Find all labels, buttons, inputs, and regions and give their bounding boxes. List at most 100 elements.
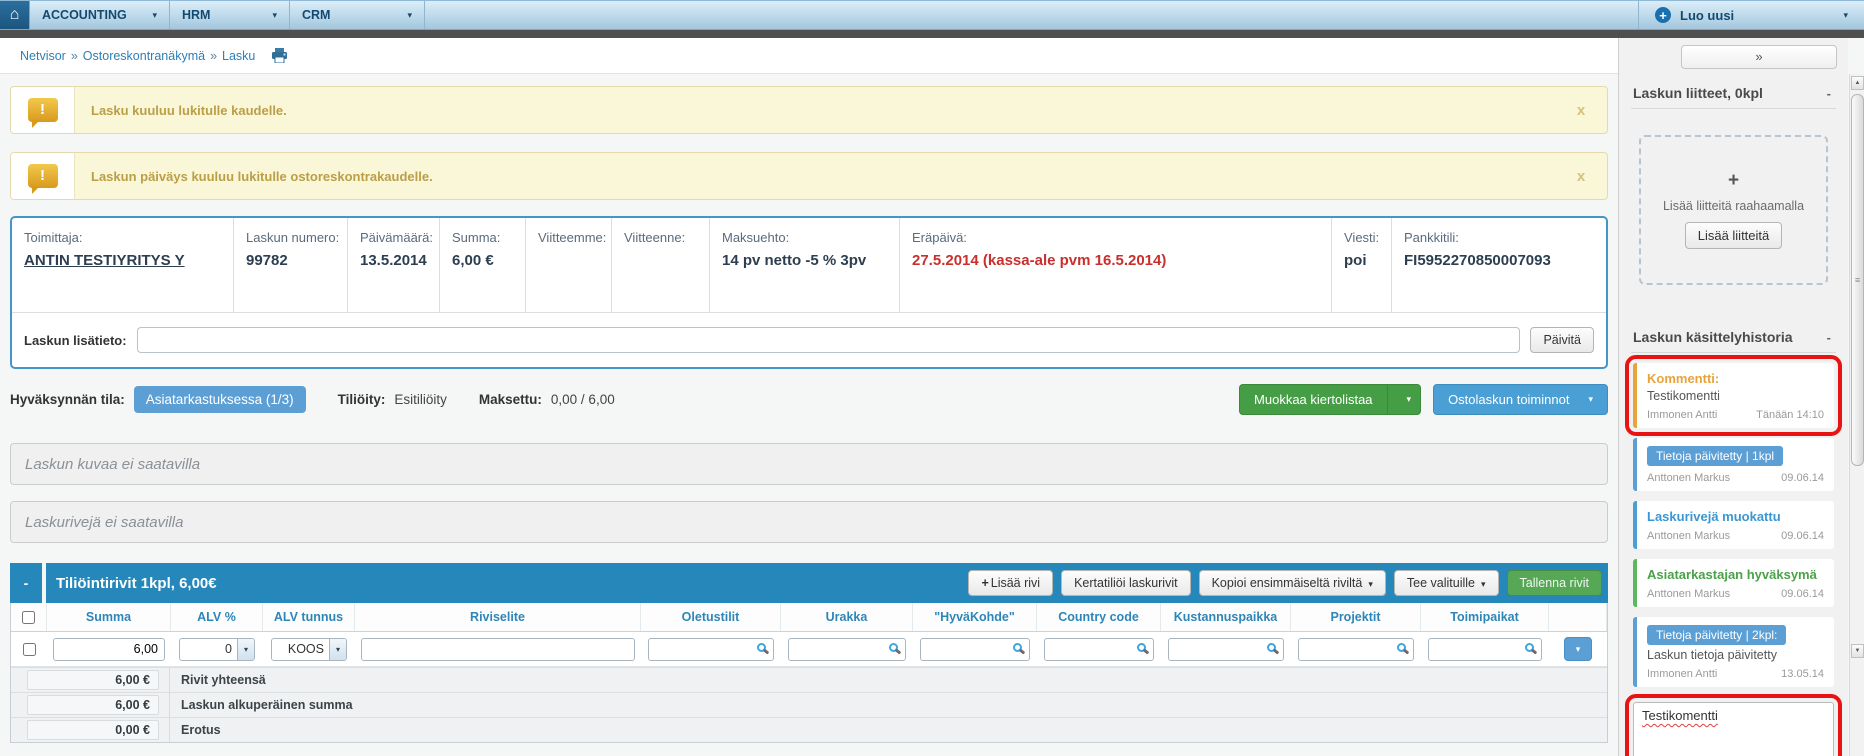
history-entry-meta: Anttonen Markus 09.06.14 bbox=[1647, 472, 1824, 484]
close-icon[interactable]: x bbox=[1555, 87, 1607, 133]
invoice-field: Laskun numero: 99782 bbox=[234, 218, 348, 312]
scroll-up-arrow[interactable]: ▲ bbox=[1851, 76, 1864, 90]
search-input[interactable] bbox=[648, 637, 774, 661]
breadcrumb-link[interactable]: Ostoreskontranäkymä bbox=[83, 49, 205, 63]
history-entry[interactable]: Laskurivejä muokattu Anttonen Markus 09.06… bbox=[1633, 501, 1834, 549]
scrollbar-thumb[interactable]: ≡ bbox=[1851, 94, 1864, 466]
print-icon[interactable] bbox=[271, 48, 288, 63]
column-header bbox=[1549, 603, 1607, 631]
search-field-4 bbox=[1044, 637, 1154, 661]
summary-row: 6,00 € Rivit yhteensä bbox=[11, 667, 1607, 692]
invoice-field-label: Pankkitili: bbox=[1404, 230, 1459, 245]
nav-menu-crm[interactable]: CRM ▾ bbox=[290, 1, 425, 29]
save-rows-button[interactable]: Tallenna rivit bbox=[1506, 570, 1602, 596]
main-content: ! Lasku kuuluu lukitulle kaudelle. x! Lasku… bbox=[0, 74, 1618, 756]
sidebar: » Laskun liitteet, 0kpl - + Lisää liitte… bbox=[1618, 38, 1848, 756]
nav-menu-accounting[interactable]: ACCOUNTING ▾ bbox=[30, 1, 170, 29]
grid-header-bar: Tiliöintirivit 1kpl, 6,00€ + Lisää rivi K… bbox=[46, 563, 1608, 603]
attachments-section-header: Laskun liitteet, 0kpl - bbox=[1631, 85, 1836, 109]
summary-row: 6,00 € Laskun alkuperäinen summa bbox=[11, 692, 1607, 717]
invoice-field-label: Summa: bbox=[452, 230, 501, 245]
edit-circulation-button[interactable]: Muokkaa kiertolistaa ▾ bbox=[1239, 383, 1422, 415]
add-attachments-button[interactable]: Lisää liitteitä bbox=[1684, 222, 1783, 249]
paid-label: Maksettu: bbox=[478, 391, 542, 407]
copy-first-row-button[interactable]: Kopioi ensimmäiseltä riviltä ▾ bbox=[1198, 570, 1386, 596]
search-icon bbox=[1397, 642, 1406, 652]
search-field-3 bbox=[920, 637, 1030, 661]
history-entry[interactable]: Tietoja päivitetty | 2kpl: Laskun tietoja… bbox=[1633, 617, 1834, 687]
edit-circulation-label: Muokkaa kiertolistaa bbox=[1254, 391, 1373, 407]
additional-info-input[interactable] bbox=[136, 327, 1521, 353]
history-entry[interactable]: Tietoja päivitetty | 1kpl Anttonen Markus… bbox=[1633, 438, 1834, 491]
column-header: ALV tunnus bbox=[263, 603, 355, 631]
row-cell bbox=[355, 637, 641, 661]
column-header: Oletustilit bbox=[641, 603, 781, 631]
select-value: KOOS bbox=[287, 642, 324, 656]
collapse-minus-icon[interactable]: - bbox=[1824, 330, 1834, 345]
one-time-posting-button[interactable]: Kertatiliöi laskurivit bbox=[1061, 570, 1191, 596]
select-all-header-cell bbox=[11, 603, 47, 631]
search-icon bbox=[889, 642, 898, 652]
history-entry-user: Anttonen Markus bbox=[1647, 472, 1731, 484]
history-entry[interactable]: Asiatarkastajan hyväksymä Anttonen Markus… bbox=[1633, 559, 1834, 607]
grid-collapse-button[interactable]: - bbox=[10, 563, 42, 603]
nav-menu-label: HRM bbox=[182, 8, 211, 22]
chevron-down-icon[interactable]: ▾ bbox=[1386, 384, 1421, 414]
row-cell bbox=[1037, 637, 1161, 661]
summary-row: 0,00 € Erotus bbox=[11, 717, 1607, 742]
row-description-input[interactable] bbox=[361, 637, 635, 661]
select-all-checkbox[interactable] bbox=[22, 610, 35, 624]
row-checkbox[interactable] bbox=[22, 642, 36, 656]
invoice-actions-button[interactable]: Ostolaskun toiminnot ▾ bbox=[1433, 383, 1608, 415]
chevron-down-icon: ▾ bbox=[237, 638, 254, 660]
invoice-image-placeholder: Laskun kuvaa ei saatavilla bbox=[10, 443, 1608, 485]
breadcrumb-bar: Netvisor » Ostoreskontranäkymä » Lasku bbox=[0, 38, 1618, 74]
scroll-down-arrow[interactable]: ▼ bbox=[1851, 644, 1864, 658]
invoice-field-value: 6,00 € bbox=[452, 252, 494, 269]
search-field-2 bbox=[788, 637, 906, 661]
summary-label: Rivit yhteensä bbox=[181, 673, 266, 687]
invoice-field-label: Viesti: bbox=[1344, 230, 1380, 245]
breadcrumb-link[interactable]: Netvisor bbox=[20, 49, 66, 63]
attachment-dropzone[interactable]: + Lisää liitteitä raahaamalla Lisää liit… bbox=[1639, 135, 1828, 285]
home-icon[interactable]: ⌂ bbox=[0, 1, 30, 29]
breadcrumb-link[interactable]: Lasku bbox=[222, 49, 255, 63]
history-entry-user: Immonen Antti bbox=[1647, 409, 1718, 421]
collapse-minus-icon[interactable]: - bbox=[1824, 86, 1834, 101]
invoice-field-value[interactable]: ANTIN TESTIYRITYS Y bbox=[24, 252, 221, 269]
column-header: Kustannuspaikka bbox=[1161, 603, 1291, 631]
invoice-field: Päivämäärä: 13.5.2014 bbox=[348, 218, 440, 312]
create-new-label: Luo uusi bbox=[1680, 7, 1735, 23]
summary-amount: 6,00 € bbox=[27, 695, 159, 715]
search-field-5 bbox=[1168, 637, 1284, 661]
vat-code-select[interactable]: KOOS ▾ bbox=[271, 637, 347, 661]
search-field-1 bbox=[648, 637, 774, 661]
history-entry[interactable]: Kommentti: Testikomentti Immonen Antti Tänä… bbox=[1625, 355, 1842, 436]
search-icon bbox=[1137, 642, 1146, 652]
nav-menu-hrm[interactable]: HRM ▾ bbox=[170, 1, 290, 29]
history-entry-title: Kommentti: bbox=[1647, 371, 1720, 386]
row-options-button[interactable]: ▾ bbox=[1564, 637, 1592, 661]
comment-textarea[interactable]: Testikomentti bbox=[1625, 694, 1842, 756]
plus-circle-icon: + bbox=[1655, 7, 1671, 23]
paid-value: 0,00 / 6,00 bbox=[550, 391, 615, 407]
vat-percent-select[interactable]: 0 ▾ bbox=[179, 637, 255, 661]
history-title: Laskun käsittelyhistoria bbox=[1633, 329, 1793, 345]
for-selected-button[interactable]: Tee valituille ▾ bbox=[1393, 570, 1499, 596]
invoice-field: Toimittaja: ANTIN TESTIYRITYS Y bbox=[12, 218, 234, 312]
warning-alert: ! Lasku kuuluu lukitulle kaudelle. x bbox=[10, 86, 1608, 134]
warning-text: Laskun päiväys kuuluu lukitulle ostoresk… bbox=[91, 168, 433, 184]
sidebar-collapse-button[interactable]: » bbox=[1681, 45, 1837, 69]
invoice-field-value: 27.5.2014 (kassa-ale pvm 16.5.2014) bbox=[912, 252, 1167, 269]
history-entry-date: 09.06.14 bbox=[1781, 530, 1824, 542]
add-row-button[interactable]: + Lisää rivi bbox=[968, 570, 1054, 596]
history-entry-date: 09.06.14 bbox=[1781, 472, 1824, 484]
row-cell bbox=[1421, 637, 1549, 661]
close-icon[interactable]: x bbox=[1555, 153, 1607, 199]
update-button[interactable]: Päivitä bbox=[1530, 327, 1594, 353]
create-new-button[interactable]: + Luo uusi ▾ bbox=[1638, 1, 1864, 29]
select-value: 0 bbox=[225, 642, 232, 656]
amount-input[interactable] bbox=[53, 637, 165, 661]
history-entry-title: Laskurivejä muokattu bbox=[1647, 509, 1781, 524]
